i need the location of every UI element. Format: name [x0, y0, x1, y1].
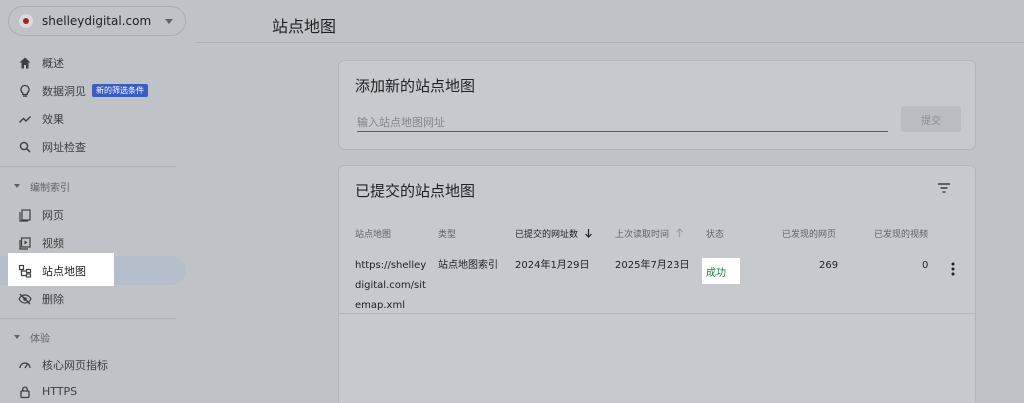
sitemap-url-line: https://shelley [355, 260, 427, 271]
chevron-down-icon [165, 19, 173, 24]
arrow-up-icon [675, 228, 683, 237]
sitemap-url-line: digital.com/sit [355, 280, 426, 291]
add-sitemap-title: 添加新的站点地图 [355, 77, 476, 95]
arrow-down-icon [584, 229, 592, 238]
column-header-status[interactable]: 状态 [706, 227, 724, 240]
sidebar: shelleydigital.com 概述 数据洞见 新的筛选条件 效果 网址检… [0, 0, 196, 403]
property-selector[interactable]: shelleydigital.com [8, 6, 186, 36]
more-vert-icon[interactable] [951, 262, 955, 276]
sidebar-divider [0, 166, 176, 167]
column-header-submitted[interactable]: 已提交的网址数 [515, 227, 593, 240]
speed-gauge-icon [18, 358, 32, 372]
submit-button[interactable]: 提交 [901, 106, 961, 132]
row-divider [339, 313, 975, 314]
sitemap-icon [18, 264, 32, 278]
sidebar-item-sitemaps[interactable]: 站点地图 [0, 256, 186, 285]
cell-discovered-videos: 0 [922, 260, 929, 271]
sitemap-url-input[interactable] [357, 114, 888, 132]
property-name: shelleydigital.com [42, 14, 152, 28]
add-sitemap-card: 添加新的站点地图 提交 [338, 60, 976, 150]
page-title: 站点地图 [272, 17, 337, 36]
collapse-triangle-icon [14, 335, 20, 339]
sidebar-item-url-inspection[interactable]: 网址检查 [0, 132, 186, 161]
sidebar-item-label: 概述 [42, 56, 64, 70]
column-header-last-read[interactable]: 上次读取时间 [615, 227, 684, 240]
pages-icon [18, 208, 32, 222]
search-icon [18, 140, 32, 154]
column-header-discovered-videos[interactable]: 已发现的视频 [874, 227, 928, 240]
section-experience[interactable]: 体验 [0, 325, 186, 349]
sidebar-item-pages[interactable]: 网页 [0, 200, 186, 229]
submitted-sitemaps-title: 已提交的站点地图 [355, 182, 476, 200]
sidebar-item-label: 删除 [42, 292, 64, 306]
cell-last-read: 2025年7月23日 [615, 260, 690, 271]
lock-icon [18, 385, 32, 399]
sidebar-item-removals[interactable]: 删除 [0, 284, 186, 313]
sidebar-item-label: 站点地图 [42, 264, 86, 278]
section-indexing[interactable]: 编制索引 [0, 174, 186, 198]
sidebar-item-label: 核心网页指标 [42, 358, 108, 372]
status-highlight: 成功 [702, 258, 740, 284]
column-header-label: 上次读取时间 [615, 230, 670, 240]
sidebar-item-label: 数据洞见 [42, 84, 86, 98]
sidebar-item-insights[interactable]: 数据洞见 新的筛选条件 [0, 76, 186, 105]
column-header-label: 已提交的网址数 [515, 230, 579, 240]
sidebar-item-overview[interactable]: 概述 [0, 48, 186, 77]
visibility-off-icon [18, 292, 32, 306]
sidebar-item-label: 网页 [42, 208, 64, 222]
home-icon [18, 56, 32, 70]
new-badge: 新的筛选条件 [92, 84, 148, 97]
cell-discovered-pages: 269 [819, 260, 839, 271]
cell-type: 站点地图索引 [438, 260, 498, 271]
sidebar-item-label: 效果 [42, 112, 64, 126]
cell-sitemap-url[interactable]: https://shelley digital.com/sit emap.xml [355, 256, 426, 316]
header-divider [196, 42, 1024, 43]
sidebar-divider [0, 318, 176, 319]
trending-up-icon [18, 112, 32, 126]
sidebar-item-https[interactable]: HTTPS [0, 377, 186, 403]
site-favicon-icon [19, 14, 33, 28]
section-label: 编制索引 [30, 182, 70, 194]
video-icon [18, 236, 32, 250]
sidebar-item-performance[interactable]: 效果 [0, 104, 186, 133]
collapse-triangle-icon [14, 184, 20, 188]
section-label: 体验 [30, 333, 50, 345]
lightbulb-icon [18, 84, 32, 98]
column-header-sitemap[interactable]: 站点地图 [355, 227, 391, 240]
submitted-sitemaps-card: 已提交的站点地图 站点地图 类型 已提交的网址数 上次读取时间 状态 已发现的网… [338, 165, 976, 403]
column-header-type[interactable]: 类型 [438, 227, 456, 240]
sidebar-item-label: 网址检查 [42, 140, 86, 154]
sidebar-item-core-web-vitals[interactable]: 核心网页指标 [0, 350, 186, 379]
cell-submitted-date: 2024年1月29日 [515, 260, 590, 271]
sidebar-item-label: 视频 [42, 236, 64, 250]
status-badge: 成功 [706, 267, 726, 279]
filter-icon[interactable] [937, 182, 951, 194]
column-header-discovered-pages[interactable]: 已发现的网页 [782, 227, 836, 240]
sidebar-item-label: HTTPS [42, 385, 78, 398]
